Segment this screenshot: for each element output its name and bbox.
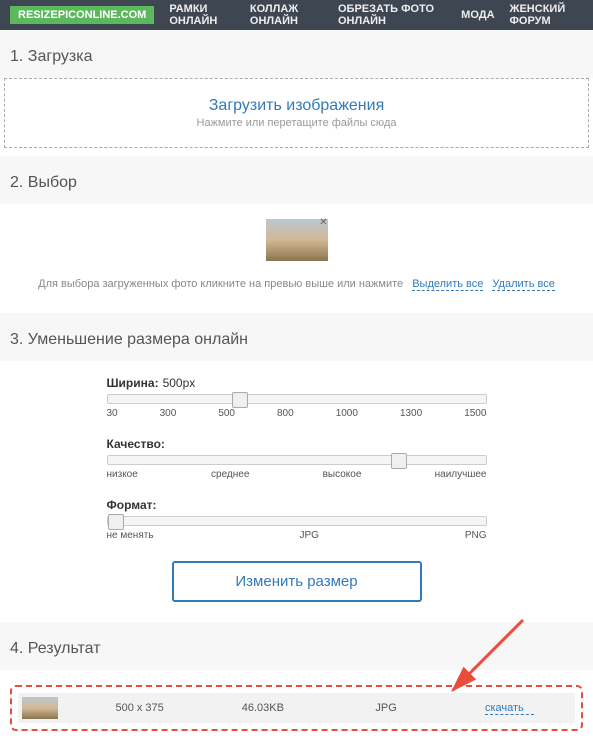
quality-label: Качество: [107, 437, 165, 451]
select-area: ✕ Для выбора загруженных фото кликните н… [0, 204, 593, 305]
result-area: 500 x 375 46.03KB JPG скачать [10, 685, 583, 731]
format-ticks: не менятьJPGPNG [107, 530, 487, 541]
format-slider-thumb[interactable] [108, 514, 124, 530]
nav-fashion[interactable]: МОДА [461, 9, 494, 21]
section-result-title: 4. Результат [0, 622, 593, 670]
nav-collage[interactable]: КОЛЛАЖ ОНЛАЙН [250, 3, 323, 27]
width-control: Ширина: 500px 30300500800100013001500 [107, 376, 487, 419]
result-filesize: 46.03KB [201, 702, 324, 714]
result-thumbnail[interactable] [22, 697, 58, 719]
close-icon[interactable]: ✕ [318, 217, 330, 229]
width-label: Ширина: [107, 376, 159, 390]
quality-ticks: низкоесреднеевысокоенаилучшее [107, 469, 487, 480]
section-upload-title: 1. Загрузка [0, 30, 593, 78]
width-slider-thumb[interactable] [232, 392, 248, 408]
quality-slider-thumb[interactable] [391, 453, 407, 469]
result-format: JPG [325, 702, 448, 714]
upload-hint: Нажмите или перетащите файлы сюда [23, 117, 570, 129]
result-dimensions: 500 x 375 [78, 702, 201, 714]
download-link[interactable]: скачать [485, 702, 534, 715]
thumbnail-item[interactable]: ✕ [266, 219, 328, 261]
top-nav: RESIZEPICONLINE.COM РАМКИ ОНЛАЙН КОЛЛАЖ … [0, 0, 593, 30]
width-ticks: 30300500800100013001500 [107, 408, 487, 419]
nav-frames[interactable]: РАМКИ ОНЛАЙН [169, 3, 235, 27]
result-highlight-box: 500 x 375 46.03KB JPG скачать [10, 685, 583, 731]
format-control: Формат: не менятьJPGPNG [107, 498, 487, 541]
format-label: Формат: [107, 498, 157, 512]
resize-button[interactable]: Изменить размер [172, 561, 422, 602]
width-value: 500px [163, 376, 196, 390]
format-slider[interactable] [107, 516, 487, 526]
section-resize-title: 3. Уменьшение размера онлайн [0, 313, 593, 361]
upload-dropzone[interactable]: Загрузить изображения Нажмите или перета… [4, 78, 589, 148]
nav-crop[interactable]: ОБРЕЗАТЬ ФОТО ОНЛАЙН [338, 3, 446, 27]
resize-controls: Ширина: 500px 30300500800100013001500 Кач… [107, 376, 487, 602]
delete-all-link[interactable]: Удалить все [492, 278, 554, 291]
logo[interactable]: RESIZEPICONLINE.COM [10, 6, 154, 24]
select-all-link[interactable]: Выделить все [412, 278, 483, 291]
select-hint: Для выбора загруженных фото кликните на … [10, 278, 583, 290]
upload-link[interactable]: Загрузить изображения [23, 97, 570, 115]
quality-slider[interactable] [107, 455, 487, 465]
result-row: 500 x 375 46.03KB JPG скачать [18, 693, 575, 723]
section-select-title: 2. Выбор [0, 156, 593, 204]
nav-forum[interactable]: ЖЕНСКИЙ ФОРУМ [510, 3, 583, 27]
quality-control: Качество: низкоесреднеевысокоенаилучшее [107, 437, 487, 480]
width-slider[interactable] [107, 394, 487, 404]
